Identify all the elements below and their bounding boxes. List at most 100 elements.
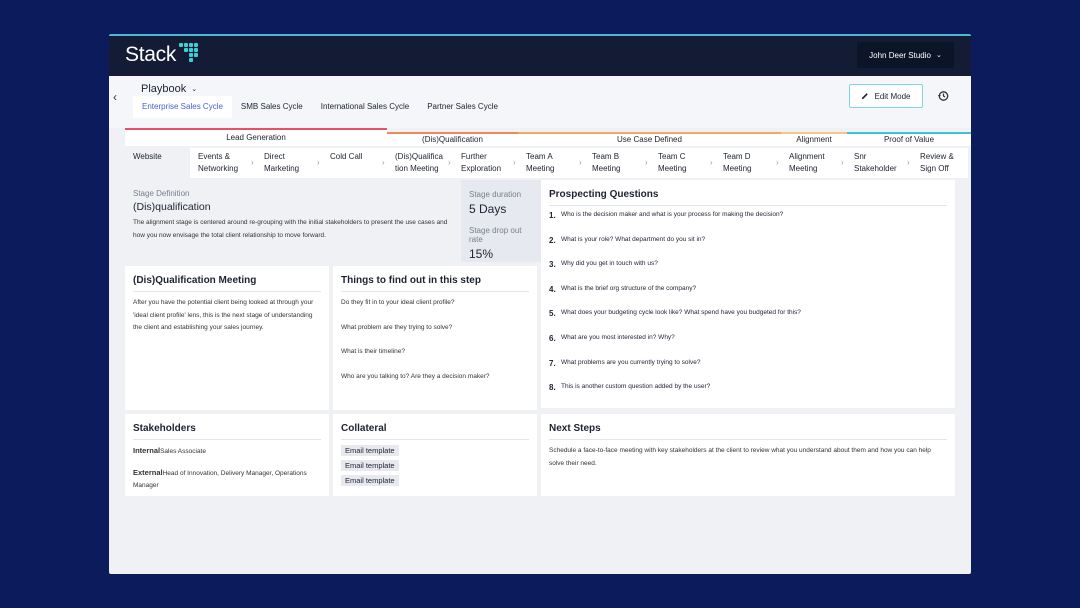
external-label: External	[133, 467, 163, 477]
step-website[interactable]: Website	[125, 148, 190, 178]
stage-pipeline: Lead Generation (Dis)Qualification Use C…	[125, 128, 971, 178]
chevron-right-icon: ›	[251, 158, 254, 167]
question-text: This is another custom question added by…	[561, 383, 711, 391]
tab-partner-sales-cycle[interactable]: Partner Sales Cycle	[418, 96, 507, 118]
step-team-d-meeting[interactable]: › Team D Meeting	[710, 148, 781, 178]
phase-alignment[interactable]: Alignment	[781, 132, 847, 146]
tab-enterprise-sales-cycle[interactable]: Enterprise Sales Cycle	[133, 96, 232, 118]
tab-international-sales-cycle[interactable]: International Sales Cycle	[312, 96, 419, 118]
step-label: Meeting	[658, 164, 687, 173]
step-direct-marketing[interactable]: › Direct Marketing	[251, 148, 322, 178]
question-text: Who is the decision maker and what is yo…	[561, 211, 784, 218]
step-label: Events &	[198, 152, 231, 161]
external-stakeholders: ExternalHead of Innovation, Delivery Man…	[133, 467, 321, 493]
collateral-item[interactable]: Email template	[341, 460, 399, 471]
sales-cycle-tabs: Enterprise Sales Cycle SMB Sales Cycle I…	[133, 96, 507, 118]
chevron-right-icon: ›	[513, 158, 516, 167]
step-team-a-meeting[interactable]: › Team A Meeting	[513, 148, 584, 178]
step-label: Exploration	[461, 164, 502, 173]
app-window: Stack John Deer Studio ⌄ ‹ Playbook ⌄ En…	[109, 34, 971, 574]
top-bar: Stack John Deer Studio ⌄	[109, 36, 971, 76]
history-icon	[937, 91, 949, 101]
find-out-item: What is their timeline?	[341, 348, 405, 355]
card-title: Next Steps	[549, 414, 947, 440]
step-label: Team A	[526, 152, 553, 161]
stage-dropout-label: Stage drop out rate	[469, 226, 522, 244]
step-team-c-meeting[interactable]: › Team C Meeting	[645, 148, 715, 178]
step-label: Team C	[658, 152, 686, 161]
step-label: Stakeholder	[854, 164, 897, 173]
question-text: What is your role? What department do yo…	[561, 235, 706, 243]
stage-dropout-value: 15%	[469, 247, 494, 261]
question-number: 8.	[549, 383, 556, 393]
studio-selector[interactable]: John Deer Studio ⌄	[857, 42, 954, 68]
step-team-b-meeting[interactable]: › Team B Meeting	[579, 148, 650, 178]
question-item: 3. Why did you get in touch with us?	[549, 260, 947, 285]
step-label: (Dis)Qualifica	[395, 152, 444, 161]
step-events-networking[interactable]: Events & Networking	[190, 148, 256, 178]
question-item: 4. What is the brief org structure of the…	[549, 285, 947, 310]
playbook-dropdown[interactable]: Playbook ⌄	[141, 83, 197, 95]
phase-disqualification[interactable]: (Dis)Qualification	[387, 132, 518, 146]
stage-duration-label: Stage duration	[469, 190, 522, 199]
edit-mode-button[interactable]: Edit Mode	[849, 84, 923, 108]
stage-duration-value: 5 Days	[469, 202, 507, 216]
phase-use-case-defined[interactable]: Use Case Defined	[518, 132, 781, 146]
collateral-item[interactable]: Email template	[341, 445, 399, 456]
chevron-right-icon: ›	[579, 158, 582, 167]
step-label: Further	[461, 152, 487, 161]
step-label: Marketing	[264, 164, 300, 173]
step-label: Snr	[854, 152, 867, 161]
find-out-item: Do they fit in to your ideal client prof…	[341, 299, 455, 306]
phase-lead-generation[interactable]: Lead Generation	[125, 128, 387, 146]
internal-label: Internal	[133, 446, 161, 455]
question-number: 7.	[549, 358, 556, 368]
question-item: 8. This is another custom question added …	[549, 383, 947, 408]
step-label: Meeting	[723, 164, 752, 173]
back-button[interactable]: ‹	[113, 90, 123, 104]
chevron-down-icon: ⌄	[191, 86, 198, 93]
question-number: 5.	[549, 309, 556, 319]
chevron-right-icon: ›	[841, 158, 844, 167]
meeting-card: (Dis)Qualification Meeting After you hav…	[125, 266, 329, 410]
chevron-right-icon: ›	[382, 158, 385, 167]
find-out-item: Who are you talking to? Are they a decis…	[341, 372, 490, 380]
question-text: Why did you get in touch with us?	[561, 260, 658, 268]
step-label: Team D	[723, 152, 751, 161]
question-text: What does your budgeting cycle look like…	[561, 309, 801, 317]
tab-smb-sales-cycle[interactable]: SMB Sales Cycle	[232, 96, 312, 118]
step-further-exploration[interactable]: › Further Exploration	[448, 148, 518, 178]
chevron-right-icon: ›	[317, 158, 320, 167]
chevron-right-icon: ›	[907, 158, 910, 167]
question-text: What is the brief org structure of the c…	[561, 284, 697, 292]
next-steps-card: Next Steps Schedule a face-to-face meeti…	[541, 414, 955, 496]
meeting-text: After you have the potential client bein…	[133, 299, 314, 331]
step-cold-call[interactable]: › Cold Call	[317, 148, 387, 178]
stage-definition-title: (Dis)qualification	[133, 201, 211, 213]
edit-mode-label: Edit Mode	[874, 91, 911, 101]
step-label: Website	[133, 152, 162, 161]
step-label: Networking	[198, 164, 239, 173]
history-button[interactable]	[931, 84, 955, 108]
logo[interactable]: Stack	[125, 42, 199, 67]
step-label: tion Meeting	[395, 164, 439, 173]
step-label: Cold Call	[330, 152, 363, 161]
question-item: 1. Who is the decision maker and what is …	[549, 211, 947, 236]
step-disqualification-meeting[interactable]: › (Dis)Qualifica tion Meeting	[382, 148, 453, 178]
studio-name: John Deer Studio	[869, 50, 931, 60]
chevron-right-icon: ›	[776, 158, 779, 167]
step-alignment-meeting[interactable]: › Alignment Meeting	[776, 148, 846, 178]
step-review-sign-off[interactable]: › Review & Sign Off	[907, 148, 968, 178]
logo-text: Stack	[125, 43, 177, 66]
collateral-item[interactable]: Email template	[341, 475, 399, 486]
step-snr-stakeholder[interactable]: › Snr Stakeholder	[841, 148, 912, 178]
step-label: Meeting	[592, 164, 621, 173]
chevron-down-icon: ⌄	[935, 52, 942, 59]
step-label: Team B	[592, 152, 620, 161]
step-row: Website Events & Networking › Direct Market…	[125, 148, 971, 178]
pencil-icon	[862, 93, 869, 100]
phase-proof-of-value[interactable]: Proof of Value	[847, 132, 971, 146]
question-text: What are you most interested in? Why?	[561, 333, 675, 341]
next-steps-text: Schedule a face-to-face meeting with key…	[549, 447, 931, 467]
card-title: Prospecting Questions	[549, 180, 947, 206]
